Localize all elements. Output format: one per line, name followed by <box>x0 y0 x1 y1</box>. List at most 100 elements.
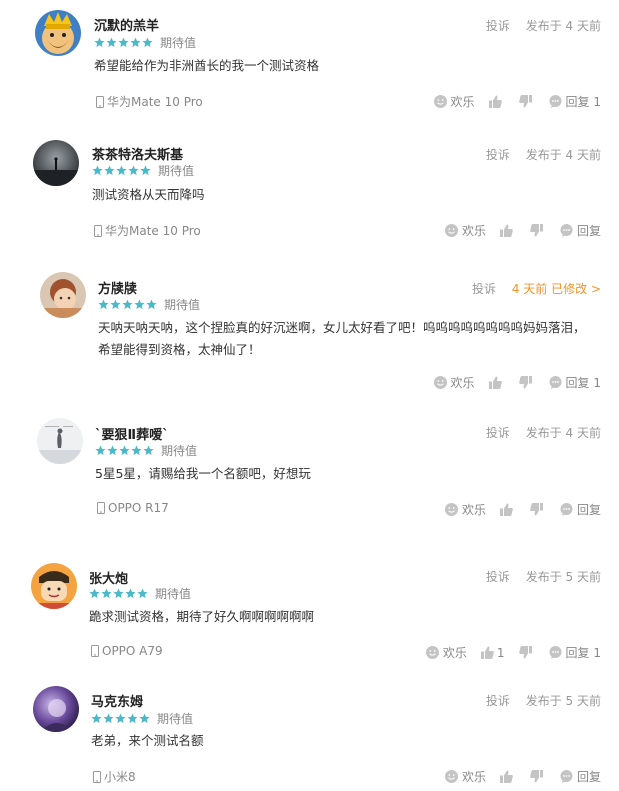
like-button[interactable] <box>488 376 505 389</box>
star-rating <box>94 36 154 48</box>
reply-label: 回复 1 <box>565 376 601 390</box>
star-icon <box>94 36 105 47</box>
reply-button[interactable]: 回复 <box>560 222 601 239</box>
rating: 期待值 <box>91 711 194 726</box>
post-time: 发布于 5 天前 <box>525 694 601 708</box>
report-link[interactable]: 投诉 <box>486 426 510 440</box>
like-button[interactable] <box>499 770 516 783</box>
post-time: 发布于 4 天前 <box>525 148 601 162</box>
avatar[interactable] <box>31 563 77 609</box>
star-icon <box>140 164 151 175</box>
fun-button[interactable]: 欢乐 <box>425 644 467 661</box>
reply-button[interactable]: 回复 1 <box>549 374 601 391</box>
report-link[interactable]: 投诉 <box>486 148 510 162</box>
reply-button[interactable]: 回复 1 <box>549 644 601 661</box>
comment-text: 老弟，来个测试名额 <box>91 730 611 752</box>
edited-time-link[interactable]: 4 天前 已修改 > <box>512 282 601 296</box>
avatar[interactable] <box>37 418 83 464</box>
like-button[interactable] <box>499 503 516 516</box>
comment-item: 马克东姆 期待值 投诉 发布于 5 天前 老弟，来个测试名额 小米8 欢乐 回复 <box>0 680 619 791</box>
star-icon <box>125 587 136 598</box>
username[interactable]: 马克东姆 <box>91 691 143 710</box>
report-link[interactable]: 投诉 <box>486 570 510 584</box>
fun-button[interactable]: 欢乐 <box>433 374 475 391</box>
phone-icon <box>94 224 102 237</box>
rating-label: 期待值 <box>164 297 201 312</box>
report-link[interactable]: 投诉 <box>472 282 496 296</box>
fun-label: 欢乐 <box>450 95 475 109</box>
star-icon <box>116 164 127 175</box>
thumb-down-icon <box>530 503 543 516</box>
fun-button[interactable]: 欢乐 <box>433 93 475 110</box>
star-icon <box>128 164 139 175</box>
comment-text: 希望能给作为非洲酋长的我一个测试资格 <box>94 55 614 77</box>
dislike-button[interactable] <box>518 646 535 659</box>
thumb-up-icon <box>499 224 513 237</box>
comment-item: `要狠Ⅱ葬嗳` 期待值 投诉 发布于 4 天前 5星5星，请赐给我一个名额吧，好… <box>0 410 619 540</box>
reply-label: 回复 1 <box>565 95 601 109</box>
thumb-down-icon <box>518 95 532 108</box>
fun-button[interactable]: 欢乐 <box>444 501 486 518</box>
reply-button[interactable]: 回复 1 <box>549 93 601 110</box>
username[interactable]: 沉默的羔羊 <box>94 15 159 34</box>
star-icon <box>113 587 124 598</box>
like-button[interactable] <box>488 95 505 108</box>
smiley-icon <box>433 95 447 108</box>
thumb-down-icon <box>530 770 543 783</box>
report-link[interactable]: 投诉 <box>486 694 510 708</box>
fun-button[interactable]: 欢乐 <box>444 768 486 785</box>
dislike-button[interactable] <box>530 770 546 783</box>
dislike-button[interactable] <box>518 376 535 389</box>
reply-label: 回复 <box>576 770 601 784</box>
star-icon <box>143 444 154 455</box>
reply-icon <box>560 224 573 237</box>
comment-text-line: 跪求测试资格，期待了好久啊啊啊啊啊啊 <box>89 609 315 624</box>
reply-button[interactable]: 回复 <box>560 768 601 785</box>
like-button[interactable]: 1 <box>480 646 505 660</box>
thumb-up-icon <box>488 95 502 108</box>
thumb-up-icon <box>488 376 502 389</box>
fun-button[interactable]: 欢乐 <box>444 222 486 239</box>
comment-actions: 欢乐 回复 1 <box>420 374 601 391</box>
fun-label: 欢乐 <box>461 770 486 784</box>
avatar[interactable] <box>35 10 81 56</box>
comment-text-line: 天呐天呐天呐，这个捏脸真的好沉迷啊，女儿太好看了吧！呜呜呜呜呜呜呜呜妈妈落泪， <box>98 320 586 335</box>
avatar[interactable] <box>33 686 79 732</box>
username[interactable]: 茶茶特洛夫斯基 <box>92 144 183 163</box>
avatar[interactable] <box>40 272 86 318</box>
reply-icon <box>549 646 562 659</box>
comment-meta: 投诉 发布于 4 天前 <box>486 424 601 441</box>
comment-text: 5星5星，请赐给我一个名额吧，好想玩 <box>95 463 615 485</box>
report-link[interactable]: 投诉 <box>486 19 510 33</box>
device-name: 华为Mate 10 Pro <box>107 95 203 109</box>
phone-icon <box>97 502 105 514</box>
device-name: OPPO R17 <box>108 501 169 515</box>
username[interactable]: 张大炮 <box>89 568 128 587</box>
phone-icon <box>91 645 99 657</box>
comment-text-line: 老弟，来个测试名额 <box>91 733 204 748</box>
dislike-button[interactable] <box>530 224 546 237</box>
comment-meta: 投诉 发布于 5 天前 <box>486 692 601 709</box>
avatar[interactable] <box>33 140 79 186</box>
rating-label: 期待值 <box>157 711 194 726</box>
like-button[interactable] <box>499 224 516 237</box>
thumb-down-icon <box>530 224 543 237</box>
star-icon <box>92 164 103 175</box>
username[interactable]: 方牍牍 <box>98 278 137 297</box>
dislike-button[interactable] <box>530 503 546 516</box>
reply-button[interactable]: 回复 <box>560 501 601 518</box>
comment-item: 茶茶特洛夫斯基 期待值 投诉 发布于 4 天前 测试资格从天而降吗 华为Mate… <box>0 130 619 260</box>
comment-meta: 投诉 4 天前 已修改 > <box>472 280 601 297</box>
rating: 期待值 <box>94 36 196 50</box>
star-icon <box>131 444 142 455</box>
dislike-button[interactable] <box>518 95 535 108</box>
reply-label: 回复 1 <box>565 646 601 660</box>
star-icon <box>95 444 106 455</box>
smiley-icon <box>444 503 458 516</box>
device-name: 小米8 <box>104 770 136 784</box>
rating: 期待值 <box>92 164 194 178</box>
fun-label: 欢乐 <box>450 376 475 390</box>
thumb-up-icon <box>480 646 494 659</box>
username[interactable]: `要狠Ⅱ葬嗳` <box>95 424 169 443</box>
star-icon <box>115 712 126 723</box>
